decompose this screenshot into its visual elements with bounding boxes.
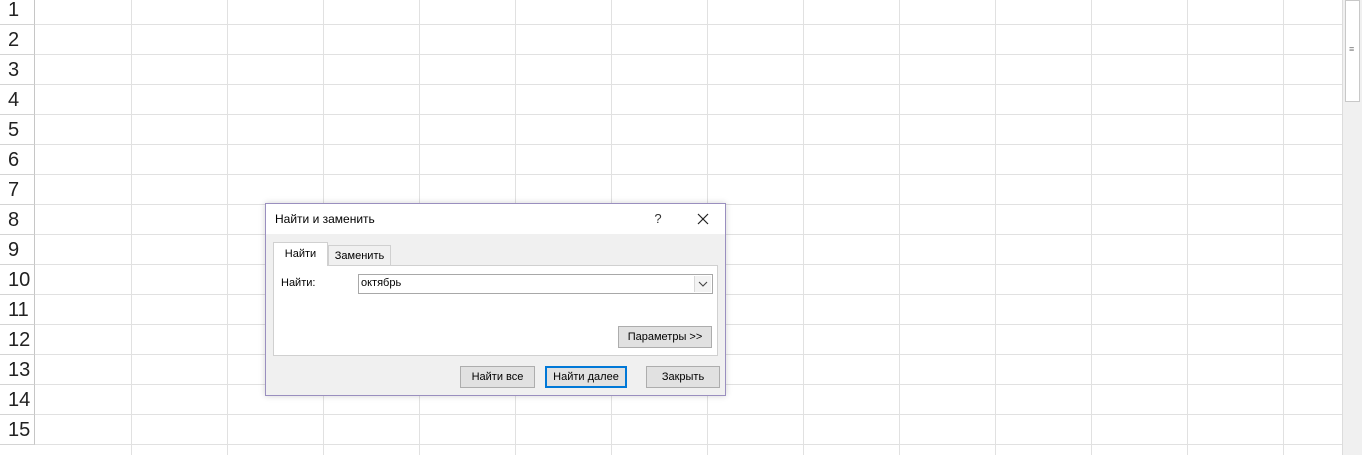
row-header[interactable]: 6 <box>0 145 35 175</box>
grid-line-column <box>1187 0 1188 455</box>
grid-line-row <box>35 144 1342 145</box>
dialog-titlebar[interactable]: Найти и заменить ? <box>266 204 725 234</box>
dialog-title: Найти и заменить <box>275 212 375 226</box>
find-input[interactable]: октябрь <box>361 277 401 289</box>
scrollbar-thumb[interactable]: ≡ <box>1345 0 1360 102</box>
row-header[interactable]: 7 <box>0 175 35 205</box>
tab-replace[interactable]: Заменить <box>328 245 391 265</box>
grid-line-row <box>35 444 1342 445</box>
row-header[interactable]: 5 <box>0 115 35 145</box>
find-tab-panel: Найти: октябрь Параметры >> <box>273 265 718 356</box>
grid-line-row <box>35 84 1342 85</box>
row-header[interactable]: 13 <box>0 355 35 385</box>
row-header[interactable]: 14 <box>0 385 35 415</box>
row-header[interactable]: 10 <box>0 265 35 295</box>
find-next-button[interactable]: Найти далее <box>545 366 627 388</box>
find-all-button[interactable]: Найти все <box>460 366 535 388</box>
grid-line-column <box>995 0 996 455</box>
row-header[interactable]: 15 <box>0 415 35 445</box>
grid-line-row <box>35 174 1342 175</box>
grid-line-column <box>1283 0 1284 455</box>
row-headers: 1 2 3 4 5 6 7 8 9 10 11 12 13 14 15 <box>0 0 35 445</box>
row-header[interactable]: 4 <box>0 85 35 115</box>
grid-line-row <box>35 54 1342 55</box>
row-header[interactable]: 8 <box>0 205 35 235</box>
grip-icon: ≡ <box>1349 44 1355 54</box>
close-button[interactable]: Закрыть <box>646 366 720 388</box>
tab-find[interactable]: Найти <box>273 242 328 266</box>
vertical-scrollbar[interactable]: ≡ <box>1342 0 1362 455</box>
options-button[interactable]: Параметры >> <box>618 326 712 348</box>
grid-line-row <box>35 414 1342 415</box>
row-header[interactable]: 2 <box>0 25 35 55</box>
grid-line-column <box>899 0 900 455</box>
grid-line-column <box>131 0 132 455</box>
help-button[interactable]: ? <box>646 208 670 230</box>
row-header[interactable]: 3 <box>0 55 35 85</box>
find-combobox[interactable]: октябрь <box>358 274 713 294</box>
find-replace-dialog: Найти и заменить ? Найти Заменить Найти:… <box>265 203 726 396</box>
find-label: Найти: <box>281 277 316 289</box>
row-header[interactable]: 11 <box>0 295 35 325</box>
row-header[interactable]: 1 <box>0 0 35 25</box>
grid-line-column <box>227 0 228 455</box>
close-icon[interactable] <box>690 208 716 230</box>
grid-line-column <box>1091 0 1092 455</box>
row-header[interactable]: 9 <box>0 235 35 265</box>
grid-line-column <box>803 0 804 455</box>
grid-line-row <box>35 24 1342 25</box>
grid-line-row <box>35 114 1342 115</box>
row-header[interactable]: 12 <box>0 325 35 355</box>
chevron-down-icon[interactable] <box>694 276 711 292</box>
